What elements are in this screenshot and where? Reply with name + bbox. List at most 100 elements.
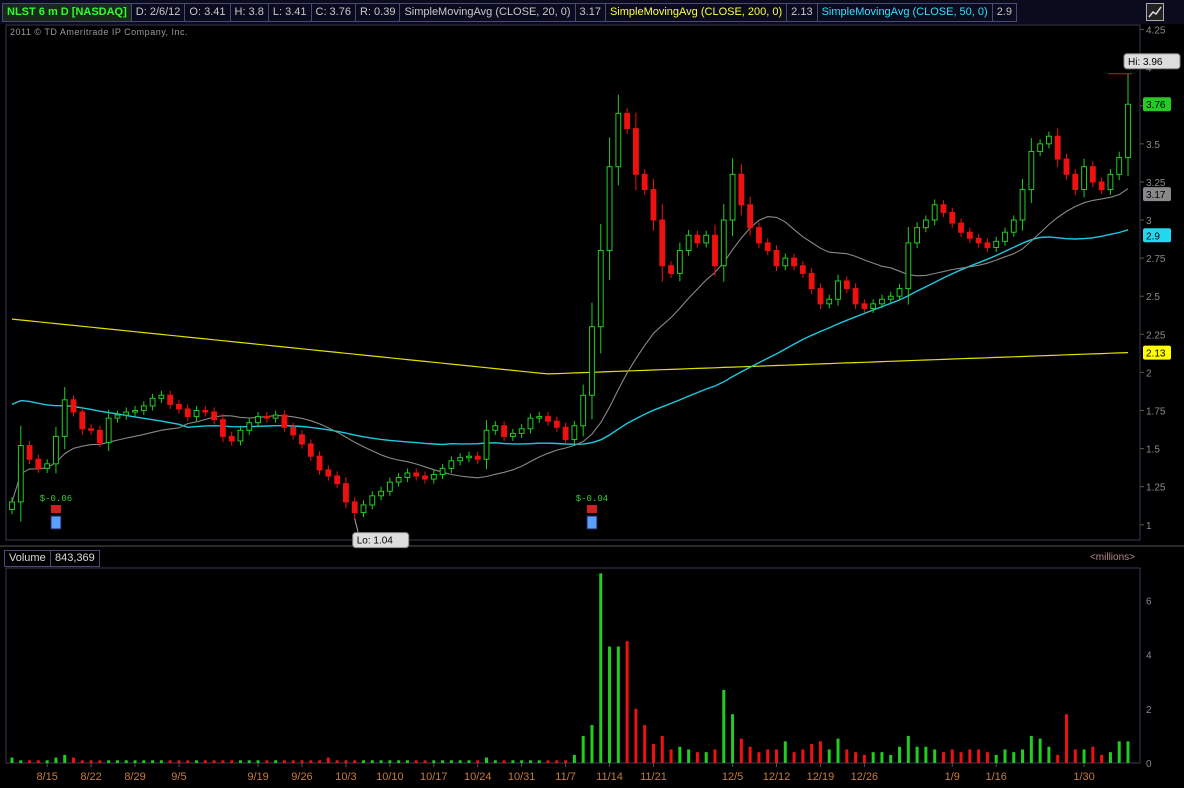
volume-study-label[interactable]: Volume (4, 550, 51, 567)
price-tick-label: 1.75 (1146, 406, 1166, 417)
candle-body (263, 416, 270, 419)
volume-bar (1126, 741, 1130, 763)
volume-bar (247, 760, 251, 763)
candle-body (132, 409, 138, 413)
volume-bar (608, 646, 612, 763)
candle-body (422, 475, 428, 480)
volume-bar (19, 760, 23, 763)
volume-bar (546, 760, 550, 763)
volume-bar (265, 760, 269, 763)
volume-bar (520, 760, 524, 763)
volume-bar (432, 760, 436, 763)
volume-bar (906, 735, 910, 763)
candle-body (659, 219, 666, 267)
price-tick-label: 2 (1146, 368, 1152, 379)
volume-bar (168, 760, 172, 763)
candle-body (501, 425, 508, 437)
volume-bar (669, 749, 673, 763)
candle-body (299, 434, 305, 445)
candle-body (386, 481, 393, 492)
volume-bar (564, 760, 568, 763)
date-tick-label: 9/5 (171, 771, 186, 783)
sma200-study-label[interactable]: SimpleMovingAvg (CLOSE, 200, 0) (605, 3, 788, 22)
candle-body (597, 250, 604, 328)
volume-bar (643, 725, 647, 763)
volume-bar (326, 757, 330, 763)
candle-body (466, 455, 472, 459)
volume-header-bar: Volume 843,369 <millions> (0, 548, 1184, 567)
volume-bar (739, 738, 743, 763)
volume-bar (1108, 752, 1112, 763)
volume-bar (924, 746, 928, 763)
volume-bar (827, 749, 831, 763)
volume-bar (994, 754, 998, 763)
price-tick-label: 2.5 (1146, 292, 1160, 303)
volume-bar (1091, 746, 1095, 763)
candle-body (712, 234, 718, 267)
date-tick-label: 10/10 (376, 771, 404, 783)
candle-body (1002, 231, 1008, 242)
candle-body (17, 445, 24, 503)
volume-bar (291, 760, 295, 763)
candle-body (720, 219, 727, 267)
date-tick-label: 1/9 (945, 771, 960, 783)
candle-body (1045, 135, 1052, 145)
earnings-text: $-0.04 (576, 494, 608, 504)
candle-body (79, 411, 86, 430)
candle-body (545, 416, 551, 422)
header-fields: NLST 6 m D [NASDAQ] D: 2/6/12 O: 3.41 H:… (2, 3, 1017, 22)
volume-bar (854, 752, 858, 763)
candle-body (650, 189, 657, 221)
candle-body (44, 463, 51, 469)
sma50-study-label[interactable]: SimpleMovingAvg (CLOSE, 50, 0) (817, 3, 993, 22)
sma20-study-label[interactable]: SimpleMovingAvg (CLOSE, 20, 0) (400, 3, 576, 22)
candle-body (615, 112, 622, 168)
candle-body (430, 473, 437, 480)
candle-body (53, 435, 59, 465)
candle-body (852, 288, 859, 305)
candle-body (1089, 166, 1096, 183)
date-tick-label: 8/22 (80, 771, 101, 783)
candle-body (589, 326, 595, 396)
candle-body (624, 112, 631, 130)
panel-settings-icon[interactable] (1146, 3, 1164, 21)
volume-bar (1100, 754, 1104, 763)
candle-body (509, 432, 516, 437)
volume-bar (405, 760, 409, 763)
candle-body (738, 173, 745, 206)
volume-bar (195, 760, 199, 763)
candle-body (580, 394, 587, 427)
candle-body (140, 405, 147, 411)
candle-body (861, 303, 868, 309)
sma50-study-value: 2.9 (992, 3, 1017, 22)
volume-bar (282, 760, 286, 763)
candle-body (351, 501, 358, 514)
volume-bar (950, 749, 954, 763)
volume-bar (467, 760, 471, 763)
volume-bar (1073, 749, 1077, 763)
symbol-label[interactable]: NLST 6 m D [NASDAQ] (2, 3, 132, 22)
candlestick-chart[interactable]: 11.251.51.7522.252.52.7533.253.53.7544.2… (0, 0, 1184, 788)
candle-body (413, 472, 420, 477)
earnings-text: $-0.06 (40, 494, 72, 504)
volume-bar (493, 760, 497, 763)
candle-body (896, 288, 903, 297)
price-tick-label: 4.25 (1146, 26, 1166, 37)
candle-body (219, 419, 226, 437)
candle-body (676, 250, 683, 274)
volume-bar (318, 760, 322, 763)
candle-body (96, 429, 103, 443)
volume-bar (1038, 738, 1042, 763)
candle-body (931, 204, 938, 221)
candle-body (817, 288, 824, 305)
candle-body (905, 242, 912, 290)
volume-bar (590, 725, 594, 763)
volume-bar (80, 760, 84, 763)
sma200-study-value: 2.13 (787, 3, 818, 22)
volume-bar (221, 760, 225, 763)
candle-body (404, 472, 411, 479)
earnings-doc-icon (50, 515, 62, 530)
volume-bar (212, 760, 216, 763)
price-tick-label: 1.25 (1146, 483, 1166, 494)
candle-body (448, 460, 455, 469)
